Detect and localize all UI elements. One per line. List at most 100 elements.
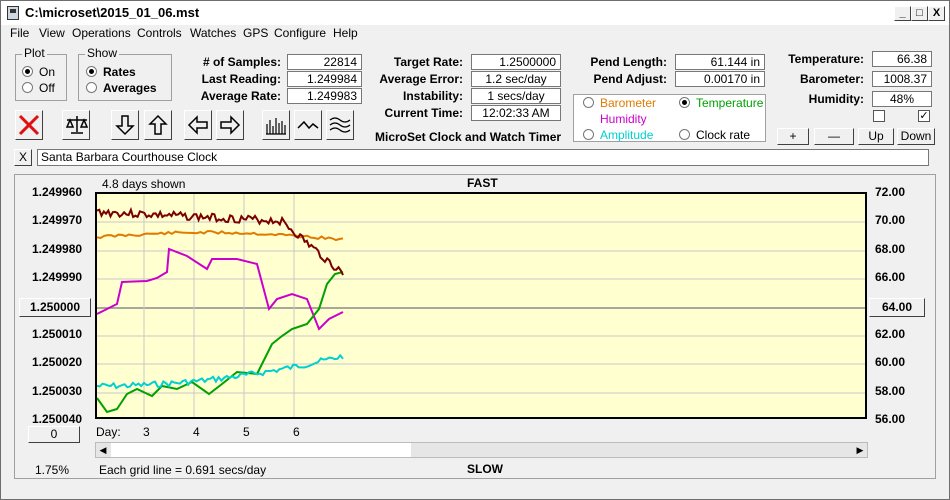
scroll-right-icon[interactable]: ▶ [853,443,867,457]
sensor-temperature-radio[interactable]: Temperature [679,96,763,110]
menu-bar: File View Operations Controls Watches GP… [1,25,949,43]
right-axis-tick: 62.00 [875,327,906,341]
app-icon [7,6,19,20]
left-axis-tick: 1.250010 [32,327,83,341]
sensor-clockrate-radio[interactable]: Clock rate [679,128,750,142]
pend-adjust-label: Pend Adjust: [593,72,667,86]
plot-on-radio[interactable]: On [22,65,55,79]
percent-label: 1.75% [35,463,70,477]
scroll-thumb[interactable] [111,443,411,457]
app-name-label: MicroSet Clock and Watch Timer [375,130,562,144]
day-tick: 3 [143,425,150,439]
average-error-field: 1.2 sec/day [471,71,561,87]
menu-operations[interactable]: Operations [72,26,131,40]
day-tick: 4 [193,425,200,439]
radio-icon [86,66,97,77]
days-shown-label: 4.8 days shown [102,177,186,191]
plot-off-radio[interactable]: Off [22,81,55,95]
samples-label: # of Samples: [202,55,281,69]
left-checkbox[interactable] [873,110,885,122]
instability-label: Instability: [402,89,463,103]
sensor-humidity-label: Humidity [600,112,647,126]
menu-file[interactable]: File [10,26,29,40]
plot-on-label: On [39,65,56,79]
menu-gps[interactable]: GPS [243,26,268,40]
zero-button[interactable]: 0 [28,426,80,443]
stop-button[interactable] [15,110,43,140]
up-arrow-button[interactable] [144,110,172,140]
scale-minus-button[interactable]: — [814,128,854,145]
grid-note: Each grid line = 0.691 secs/day [99,463,267,477]
pend-length-field[interactable]: 61.144 in [675,54,765,70]
left-center-button[interactable]: 1.250000 [19,298,91,317]
show-averages-label: Averages [103,81,157,95]
barometer-field: 1008.37 [872,71,932,87]
left-arrow-button[interactable] [184,110,212,140]
menu-watches[interactable]: Watches [190,26,236,40]
right-axis-tick: 60.00 [875,355,906,370]
menu-controls[interactable]: Controls [137,26,182,40]
sensor-amplitude-label: Amplitude [600,128,654,142]
plot-area[interactable] [95,192,867,419]
app-window: C:\microset\2015_01_06.mst _ □ X File Vi… [0,0,950,500]
show-averages-radio[interactable]: Averages [86,81,157,95]
scale-plus-button[interactable]: + [777,128,809,145]
sensor-temperature-label: Temperature [696,96,764,110]
right-center-button[interactable]: 64.00 [869,298,925,317]
minimize-button[interactable]: _ [894,6,911,21]
left-axis-tick: 1.250040 [32,412,83,427]
radio-icon [679,129,690,140]
left-axis-tick: 1.249970 [32,213,83,228]
show-rates-radio[interactable]: Rates [86,65,136,79]
average-rate-label: Average Rate: [200,89,281,103]
day-label: Day: [96,425,121,439]
current-time-field: 12:02:33 AM [471,105,561,121]
balance-button[interactable] [62,110,90,140]
average-rate-field: 1.249983 [287,88,362,104]
maximize-button[interactable]: □ [911,6,928,21]
radio-icon [86,82,97,93]
right-axis-tick: 70.00 [875,213,906,228]
right-arrow-button[interactable] [216,110,244,140]
menu-view[interactable]: View [39,26,65,40]
sensor-amplitude-radio[interactable]: Amplitude [583,128,653,142]
sensor-barometer-radio[interactable]: Barometer [583,96,656,110]
left-axis-tick: 1.249980 [32,241,83,256]
humidity-field: 48% [872,91,932,107]
target-rate-field[interactable]: 1.2500000 [471,54,561,70]
plot-group-title: Plot [22,46,47,60]
menu-help[interactable]: Help [333,26,358,40]
humidity-label: Humidity: [808,92,864,106]
left-axis-tick: 1.249960 [32,185,83,199]
line-graph-icon [297,120,319,130]
sensor-humidity-radio[interactable]: Humidity [583,112,647,126]
last-reading-field: 1.249984 [287,71,362,87]
current-time-label: Current Time: [384,106,463,120]
close-button[interactable]: X [928,6,945,21]
humidity-series [97,247,344,331]
day-tick: 5 [243,425,250,439]
scale-balance-icon [65,116,89,134]
barometer-series [97,230,344,242]
wave-graph-button[interactable] [326,110,354,140]
down-arrow-button[interactable] [111,110,139,140]
target-rate-label: Target Rate: [393,55,463,69]
clock-name-field[interactable]: Santa Barbara Courthouse Clock [37,149,929,166]
menu-configure[interactable]: Configure [274,26,326,40]
scale-up-button[interactable]: Up [858,128,894,145]
scale-down-button[interactable]: Down [897,128,935,145]
arrow-right-icon [220,115,241,135]
clear-clock-button[interactable]: X [14,149,32,166]
right-axis-tick: 56.00 [875,412,906,427]
scroll-left-icon[interactable]: ◀ [96,443,110,457]
title-bar[interactable]: C:\microset\2015_01_06.mst _ □ X [1,1,949,25]
amplitude-series [97,353,344,390]
right-checkbox[interactable]: ✓ [918,110,930,122]
bar-graph-button[interactable] [262,110,290,140]
line-graph-button[interactable] [294,110,322,140]
samples-field: 22814 [287,54,362,70]
horizontal-scrollbar[interactable]: ◀ ▶ [95,442,868,458]
pend-adjust-field[interactable]: 0.00170 in [675,71,765,87]
slow-label: SLOW [467,462,503,476]
radio-icon [583,129,594,140]
